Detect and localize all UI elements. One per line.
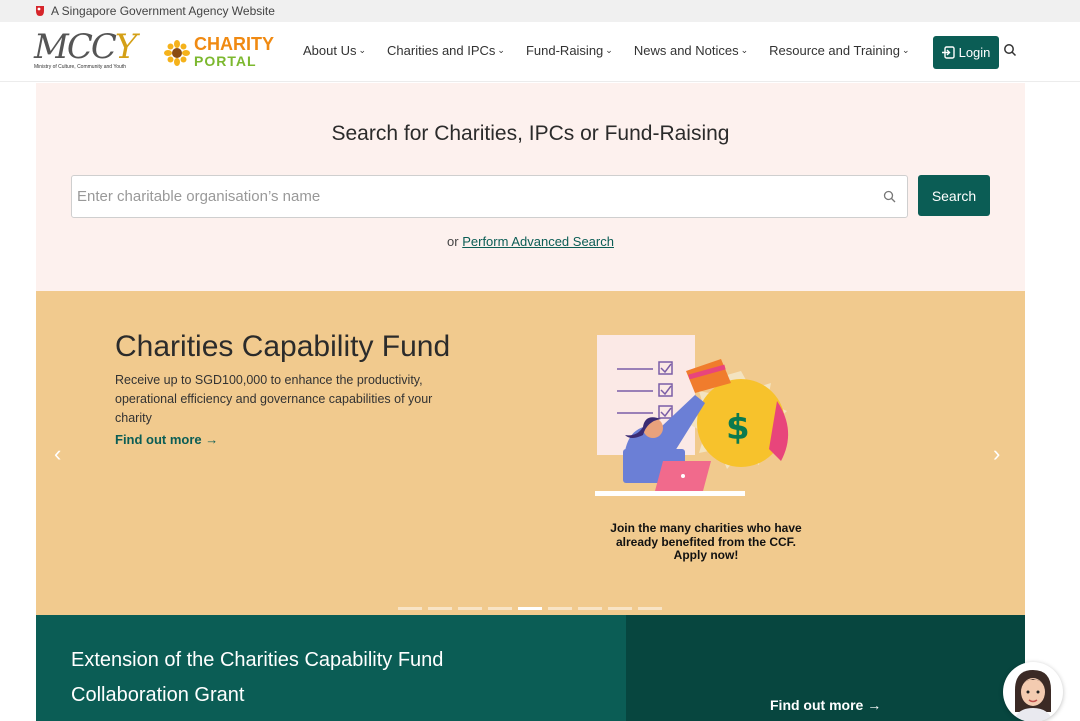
- nav-charities-and-ipcs[interactable]: Charities and IPCs ⌄: [387, 43, 505, 58]
- banner-title: Extension of the Charities Capability Fu…: [71, 649, 444, 706]
- search-button[interactable]: Search: [918, 175, 990, 216]
- search-input-wrapper: [71, 175, 908, 218]
- nav-fund-raising[interactable]: Fund-Raising ⌄: [526, 43, 613, 58]
- portal-logo-text: PORTAL: [194, 53, 257, 69]
- search-icon[interactable]: [883, 190, 896, 203]
- carousel-dot[interactable]: [518, 607, 542, 610]
- hero-carousel: ‹ Charities Capability Fund Receive up t…: [36, 291, 1025, 615]
- charity-portal-logo[interactable]: CHARITY PORTAL: [164, 34, 274, 70]
- advanced-search-prefix: or: [447, 234, 459, 249]
- site-header: MCCY Ministry of Culture, Community and …: [0, 22, 1080, 82]
- carousel-dot[interactable]: [578, 607, 602, 610]
- chevron-down-icon: ⌄: [497, 45, 505, 55]
- charity-logo-text: CHARITY: [194, 34, 274, 54]
- sg-lion-icon: [36, 6, 44, 16]
- assistant-avatar-icon: [1013, 670, 1053, 721]
- nav-resource-and-training[interactable]: Resource and Training ⌄: [769, 43, 909, 58]
- masthead-text: A Singapore Government Agency Website: [51, 4, 275, 18]
- nav-about-us[interactable]: About Us ⌄: [303, 43, 366, 58]
- chevron-down-icon: ⌄: [358, 45, 367, 55]
- carousel-dot[interactable]: [488, 607, 512, 610]
- main-nav: About Us ⌄ Charities and IPCs ⌄ Fund-Raisi…: [303, 43, 910, 58]
- carousel-dot[interactable]: [428, 607, 452, 610]
- mccy-subtitle: Ministry of Culture, Community and Youth: [34, 64, 126, 70]
- search-title: Search for Charities, IPCs or Fund-Raisi…: [331, 122, 730, 145]
- carousel-dot[interactable]: [458, 607, 482, 610]
- chevron-down-icon: ⌄: [605, 45, 613, 55]
- carousel-indicators: [398, 607, 668, 610]
- banner-find-out-more-link[interactable]: Find out more →: [770, 697, 881, 713]
- carousel-find-out-more-link[interactable]: Find out more →: [115, 432, 218, 447]
- mccy-logo[interactable]: MCCY Ministry of Culture, Community and …: [34, 28, 159, 76]
- carousel-dot[interactable]: [638, 607, 662, 610]
- sunflower-icon: [164, 40, 190, 66]
- carousel-description: Receive up to SGD100,000 to enhance the …: [115, 373, 433, 425]
- login-button[interactable]: Login: [933, 36, 999, 69]
- carousel-dot[interactable]: [398, 607, 422, 610]
- chevron-down-icon: ⌄: [901, 45, 910, 55]
- header-search-icon[interactable]: [1003, 43, 1017, 57]
- gov-masthead: A Singapore Government Agency Website: [0, 0, 1080, 22]
- chatbot-avatar[interactable]: [1003, 662, 1063, 721]
- carousel-dot[interactable]: [608, 607, 632, 610]
- login-icon: [941, 46, 955, 59]
- chevron-down-icon: ⌄: [740, 45, 749, 55]
- nav-news-and-notices[interactable]: News and Notices ⌄: [634, 43, 748, 58]
- carousel-dot[interactable]: [548, 607, 572, 610]
- carousel-title: Charities Capability Fund: [115, 330, 451, 363]
- advanced-search-link[interactable]: Perform Advanced Search: [462, 234, 614, 249]
- chevron-right-icon[interactable]: ›: [993, 441, 1000, 467]
- fund-illustration: $: [595, 335, 789, 496]
- carousel-caption: Join the many charities who have already…: [610, 521, 802, 562]
- svg-text:$: $: [726, 408, 750, 448]
- advanced-search-line: or Perform Advanced Search: [36, 234, 1025, 249]
- chevron-left-icon[interactable]: ‹: [54, 441, 61, 467]
- search-input[interactable]: [72, 188, 852, 205]
- search-section: Search for Charities, IPCs or Fund-Raisi…: [36, 83, 1025, 291]
- announcement-banner: Extension of the Charities Capability Fu…: [36, 615, 1025, 721]
